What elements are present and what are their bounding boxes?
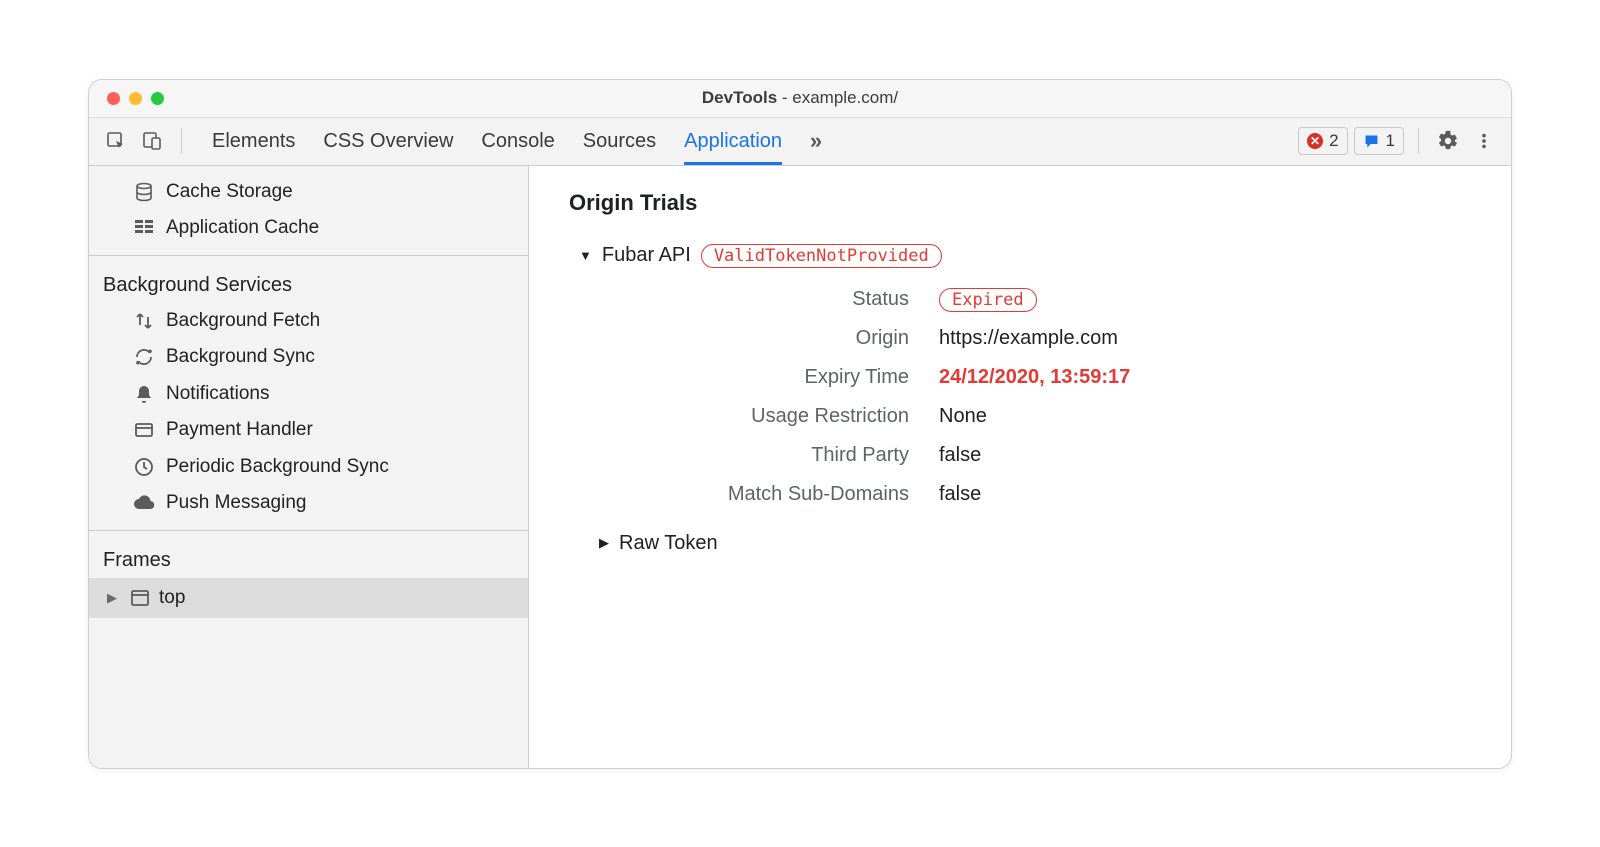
raw-token-label: Raw Token	[619, 532, 718, 555]
sidebar: Cache Storage Application Cache Backgrou…	[89, 166, 529, 768]
tab-sources[interactable]: Sources	[583, 118, 656, 165]
titlebar: DevTools - example.com/	[89, 80, 1511, 118]
sidebar-item-application-cache[interactable]: Application Cache	[89, 210, 528, 247]
sidebar-item-label: Application Cache	[166, 214, 319, 243]
settings-icon[interactable]	[1433, 126, 1463, 156]
sidebar-item-push-messaging[interactable]: Push Messaging	[89, 485, 528, 522]
sidebar-section-background-services: Background Services Background Fetch Bac…	[89, 256, 528, 531]
transfer-icon	[133, 311, 155, 331]
grid-icon	[133, 219, 155, 237]
usage-label: Usage Restriction	[619, 405, 909, 428]
main-panel: Origin Trials ▼ Fubar API ValidTokenNotP…	[529, 166, 1511, 768]
traffic-lights	[89, 92, 164, 105]
more-tabs-icon[interactable]: »	[802, 128, 830, 154]
usage-value: None	[939, 405, 1471, 428]
trial-details: Status Expired Origin https://example.co…	[619, 288, 1471, 506]
devtools-window: DevTools - example.com/ Elements CSS Ove…	[88, 79, 1512, 769]
bell-icon	[133, 384, 155, 404]
errors-pill[interactable]: ✕ 2	[1298, 127, 1347, 155]
credit-card-icon	[133, 420, 155, 440]
origin-value: https://example.com	[939, 327, 1471, 350]
sync-icon	[133, 347, 155, 367]
trial-header[interactable]: ▼ Fubar API ValidTokenNotProvided	[579, 244, 1471, 268]
status-value: Expired	[939, 288, 1471, 311]
tab-application[interactable]: Application	[684, 118, 782, 165]
tab-console[interactable]: Console	[481, 118, 554, 165]
subdomains-value: false	[939, 483, 1471, 506]
error-icon: ✕	[1307, 133, 1323, 149]
raw-token-row[interactable]: ▶ Raw Token	[599, 532, 1471, 555]
sidebar-item-label: Background Sync	[166, 343, 315, 372]
kebab-menu-icon[interactable]	[1469, 126, 1499, 156]
sidebar-item-label: Payment Handler	[166, 416, 313, 445]
status-label: Status	[619, 288, 909, 311]
title-app: DevTools	[702, 88, 777, 107]
toolbar-divider-2	[1418, 128, 1419, 154]
database-icon	[133, 182, 155, 202]
sidebar-section-cache: Cache Storage Application Cache	[89, 166, 528, 256]
messages-count: 1	[1386, 131, 1395, 151]
inspect-element-icon[interactable]	[101, 126, 131, 156]
chevron-right-icon: ▶	[107, 588, 121, 608]
minimize-icon[interactable]	[129, 92, 142, 105]
sidebar-item-label: Periodic Background Sync	[166, 453, 389, 482]
sidebar-header-frames: Frames	[89, 539, 528, 578]
token-status-badge: ValidTokenNotProvided	[701, 244, 942, 268]
content: Cache Storage Application Cache Backgrou…	[89, 166, 1511, 768]
sidebar-section-frames: Frames ▶ top	[89, 531, 528, 768]
chevron-right-icon: ▶	[599, 535, 609, 551]
tab-elements[interactable]: Elements	[212, 118, 295, 165]
subdomains-label: Match Sub-Domains	[619, 483, 909, 506]
cloud-icon	[133, 494, 155, 512]
sidebar-item-cache-storage[interactable]: Cache Storage	[89, 174, 528, 211]
maximize-icon[interactable]	[151, 92, 164, 105]
sidebar-item-label: Cache Storage	[166, 178, 293, 207]
sidebar-item-background-fetch[interactable]: Background Fetch	[89, 303, 528, 340]
errors-count: 2	[1329, 131, 1338, 151]
sidebar-header-bg: Background Services	[89, 264, 528, 303]
title-location: example.com/	[792, 88, 898, 107]
tab-css-overview[interactable]: CSS Overview	[323, 118, 453, 165]
sidebar-item-label: Background Fetch	[166, 307, 320, 336]
sidebar-item-label: top	[159, 584, 185, 613]
device-toolbar-icon[interactable]	[137, 126, 167, 156]
trial-name: Fubar API	[602, 244, 691, 267]
sidebar-item-notifications[interactable]: Notifications	[89, 376, 528, 413]
messages-pill[interactable]: 1	[1354, 127, 1404, 155]
expiry-value: 24/12/2020, 13:59:17	[939, 366, 1471, 389]
origin-label: Origin	[619, 327, 909, 350]
third-party-value: false	[939, 444, 1471, 467]
clock-icon	[133, 457, 155, 477]
toolbar: Elements CSS Overview Console Sources Ap…	[89, 118, 1511, 166]
tabs: Elements CSS Overview Console Sources Ap…	[212, 118, 782, 165]
expiry-label: Expiry Time	[619, 366, 909, 389]
page-title: Origin Trials	[569, 190, 1471, 216]
sidebar-item-frame-top[interactable]: ▶ top	[89, 578, 528, 619]
frame-icon	[129, 589, 151, 607]
close-icon[interactable]	[107, 92, 120, 105]
toolbar-divider	[181, 128, 182, 154]
sidebar-item-periodic-background-sync[interactable]: Periodic Background Sync	[89, 449, 528, 486]
third-party-label: Third Party	[619, 444, 909, 467]
sidebar-item-payment-handler[interactable]: Payment Handler	[89, 412, 528, 449]
status-badge: Expired	[939, 288, 1037, 312]
sidebar-item-label: Notifications	[166, 380, 270, 409]
sidebar-item-background-sync[interactable]: Background Sync	[89, 339, 528, 376]
sidebar-item-label: Push Messaging	[166, 489, 306, 518]
message-icon	[1363, 133, 1380, 150]
window-title: DevTools - example.com/	[89, 88, 1511, 108]
chevron-down-icon: ▼	[579, 248, 592, 263]
